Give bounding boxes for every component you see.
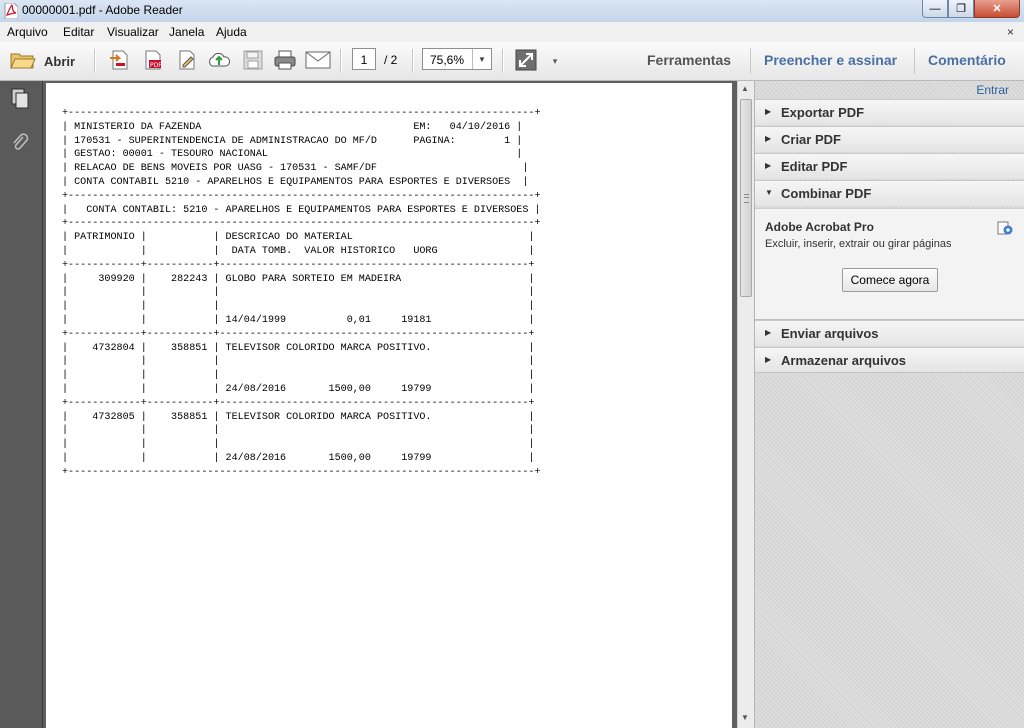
tab-preencher-e-assinar[interactable]: Preencher e assinar [764,52,897,68]
paperclip-icon [10,132,30,157]
folder-open-icon [10,50,36,73]
toolbar-separator [94,49,96,73]
print-button[interactable] [272,49,298,73]
pages-icon [10,88,30,113]
panel-label: Combinar PDF [781,186,872,201]
panel-armazenar-arquivos[interactable]: ▶ Armazenar arquivos [755,347,1024,373]
title-bar: 00000001.pdf - Adobe Reader — ❐ ✕ [0,0,1024,23]
menu-ajuda[interactable]: Ajuda [216,25,247,39]
export-pdf-button[interactable]: PDF [140,49,166,73]
tab-comentario[interactable]: Comentário [928,52,1006,68]
menu-arquivo[interactable]: Arquivo [7,25,48,39]
chevron-right-icon: ▶ [765,355,772,364]
pdf-file-icon [4,2,19,20]
combinar-panel-body: Adobe Acrobat Pro Excluir, inserir, extr… [755,208,1024,320]
panel-editar-pdf[interactable]: ▶ Editar PDF [755,153,1024,179]
attachments-button[interactable] [9,132,31,157]
sign-in-link[interactable]: Entrar [976,83,1009,97]
pdf-export-icon: PDF [142,49,164,74]
close-button[interactable]: ✕ [974,0,1020,18]
open-button[interactable] [8,49,38,73]
expand-arrows-icon [515,49,537,74]
page-thumbnails-button[interactable] [9,88,31,113]
zoom-value: 75,6% [430,53,465,67]
chevron-right-icon: ▶ [765,328,772,337]
chevron-right-icon: ▶ [765,134,772,143]
panel-criar-pdf[interactable]: ▶ Criar PDF [755,126,1024,152]
acrobat-pro-title: Adobe Acrobat Pro [765,220,874,234]
pdf-page: +---------------------------------------… [46,83,732,728]
edit-pdf-button[interactable] [174,49,200,73]
panel-label: Exportar PDF [781,105,865,120]
minimize-button[interactable]: — [922,0,948,18]
maximize-button[interactable]: ❐ [948,0,974,18]
tab-separator [750,48,751,74]
svg-text:PDF: PDF [150,62,162,69]
menu-bar: Arquivo Editar Visualizar Janela Ajuda × [0,22,1024,43]
save-button[interactable] [240,49,266,73]
upload-cloud-button[interactable] [206,49,232,73]
create-pdf-button[interactable] [106,49,132,73]
panel-enviar-arquivos[interactable]: ▶ Enviar arquivos [755,320,1024,346]
document-close-button[interactable]: × [1007,25,1014,39]
panel-label: Editar PDF [781,159,848,174]
tools-pane: Entrar ▶ Exportar PDF ▶ Criar PDF ▶ Edit… [754,81,1024,728]
panel-label: Enviar arquivos [781,326,879,341]
overflow-chevron-icon: ▾ [552,55,558,66]
page-total: / 2 [384,53,398,67]
open-button-label[interactable]: Abrir [44,54,75,69]
menu-visualizar[interactable]: Visualizar [107,25,159,39]
menu-editar[interactable]: Editar [63,25,94,39]
chevron-down-icon[interactable]: ▼ [472,49,491,69]
page-number-input[interactable]: 1 [352,48,376,70]
panel-exportar-pdf[interactable]: ▶ Exportar PDF [755,99,1024,125]
zoom-select[interactable]: 75,6% ▼ [422,48,492,70]
pencil-document-icon [176,49,198,74]
toolbar-separator [502,49,504,73]
panel-label: Armazenar arquivos [781,353,906,368]
chevron-down-icon: ▼ [765,188,773,197]
window-title: 00000001.pdf - Adobe Reader [22,3,183,17]
chevron-right-icon: ▶ [765,107,772,116]
panel-label: Criar PDF [781,132,841,147]
toolbar-separator [340,49,342,73]
envelope-icon [305,51,331,72]
panel-combinar-pdf[interactable]: ▼ Combinar PDF [755,180,1024,206]
grip-icon [744,194,749,203]
scroll-thumb[interactable] [740,99,752,297]
cloud-upload-icon [207,49,231,74]
scroll-down-arrow-icon[interactable]: ▼ [741,713,749,722]
vertical-scrollbar[interactable]: ▲ ▼ [737,81,755,728]
document-viewer[interactable]: +---------------------------------------… [43,81,737,728]
email-button[interactable] [304,49,332,73]
toolbar-separator [412,49,414,73]
chevron-right-icon: ▶ [765,161,772,170]
navigation-pane [0,81,43,728]
full-screen-button[interactable] [513,49,539,73]
comece-agora-button[interactable]: Comece agora [842,268,938,292]
acrobat-pro-description: Excluir, inserir, extrair ou girar págin… [765,238,952,250]
printer-icon [273,49,297,74]
menu-janela[interactable]: Janela [169,25,204,39]
floppy-disk-icon [243,50,263,73]
acrobat-pro-icon [997,220,1013,236]
tab-ferramentas[interactable]: Ferramentas [647,52,731,68]
pdf-convert-icon [108,49,130,74]
toolbar-customize-button[interactable]: ▾ [548,49,562,73]
scroll-up-arrow-icon[interactable]: ▲ [741,84,749,93]
tab-separator [914,48,915,74]
report-text: +---------------------------------------… [62,108,541,478]
